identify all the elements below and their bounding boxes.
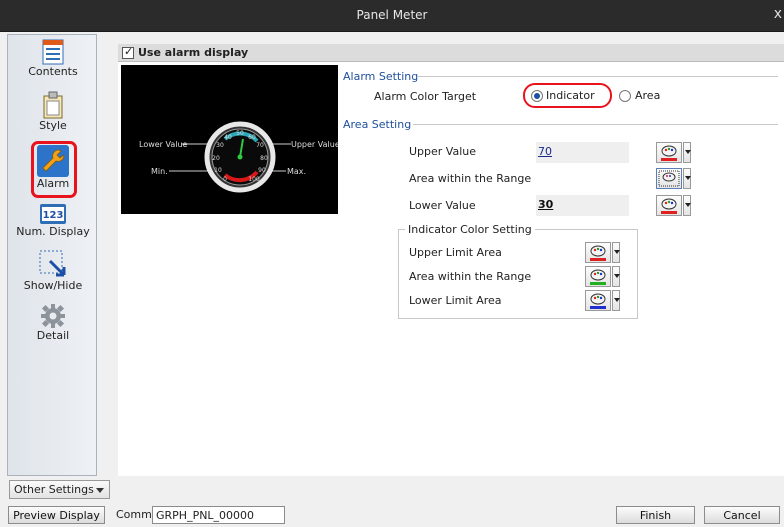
chevron-down-icon [96, 488, 104, 493]
area-radio-label: Area [635, 89, 661, 102]
preview-display-button[interactable]: Preview Display [8, 506, 105, 524]
title-bar: Panel Meter x [0, 0, 784, 32]
num-display-icon: 123 [40, 204, 66, 224]
upper-value-text: 70 [538, 145, 552, 158]
area-within-range-color-button[interactable] [656, 168, 692, 189]
contents-icon [42, 39, 64, 65]
tick-40: 40 [224, 134, 232, 141]
palette-icon [590, 293, 606, 309]
palette-icon [590, 269, 606, 285]
upper-value-input[interactable]: 70 [536, 142, 629, 163]
lower-value-input[interactable]: 30 [536, 195, 629, 216]
palette-icon [661, 145, 677, 161]
lower-value-label: Lower Value [139, 140, 188, 149]
gauge-graphic: 0 10 20 30 40 50 60 70 80 90 100 Lower V… [139, 121, 340, 193]
tick-90: 90 [258, 167, 266, 174]
chevron-down-icon [612, 242, 620, 263]
status-bar: Preview Display Comm GRPH_PNL_00000 Fini… [0, 502, 784, 527]
range-area-label: Area within the Range [409, 270, 532, 283]
sidebar-item-num-display[interactable]: 123 Num. Display [8, 203, 98, 238]
range-area-color-button[interactable] [585, 266, 621, 287]
comm-label: Comm [116, 508, 152, 521]
sidebar-item-style[interactable]: Style [8, 91, 98, 132]
upper-limit-area-color-button[interactable] [585, 242, 621, 263]
lower-value-row-label: Lower Value [409, 199, 476, 212]
lower-limit-area-label: Lower Limit Area [409, 294, 502, 307]
chevron-down-icon [683, 168, 691, 189]
tick-30: 30 [216, 142, 224, 149]
indicator-radio-label: Indicator [546, 89, 595, 102]
indicator-radio[interactable] [531, 90, 543, 102]
sidebar: Contents Style Alarm 123 Num. Display Sh… [7, 34, 97, 476]
use-alarm-display-checkbox[interactable] [122, 45, 134, 59]
chevron-down-icon [612, 266, 620, 287]
main-panel: Use alarm display 0 10 20 30 40 50 60 70 [118, 44, 784, 476]
upper-limit-area-label: Upper Limit Area [409, 246, 502, 259]
area-setting-heading: Area Setting [343, 118, 412, 131]
area-within-range-row-label: Area within the Range [409, 172, 532, 185]
tick-10: 10 [214, 167, 222, 174]
sidebar-item-label: Show/Hide [23, 279, 83, 292]
upper-value-label: Upper Value [291, 140, 338, 149]
lower-value-color-button[interactable] [656, 195, 692, 216]
other-settings-label: Other Settings [14, 483, 94, 496]
alarm-setting-heading: Alarm Setting [343, 70, 419, 83]
upper-value-color-button[interactable] [656, 142, 692, 163]
show-hide-icon [39, 250, 66, 277]
tick-50: 50 [236, 130, 244, 137]
gauge-preview: 0 10 20 30 40 50 60 70 80 90 100 Lower V… [121, 65, 340, 214]
sidebar-item-contents[interactable]: Contents [8, 39, 98, 78]
sidebar-item-detail[interactable]: Detail [8, 303, 98, 342]
palette-icon [658, 170, 680, 187]
chevron-down-icon [683, 195, 691, 216]
tick-0: 0 [223, 176, 227, 183]
indicator-color-setting-title: Indicator Color Setting [405, 223, 535, 236]
use-alarm-display-label: Use alarm display [138, 46, 249, 59]
palette-icon [590, 245, 606, 261]
sidebar-item-label: Num. Display [16, 225, 90, 238]
alarm-setting-divider [418, 76, 778, 77]
tick-100: 100 [248, 176, 260, 183]
tick-70: 70 [256, 142, 264, 149]
cancel-button[interactable]: Cancel [704, 506, 780, 524]
sidebar-item-label: Style [39, 119, 67, 132]
finish-button[interactable]: Finish [616, 506, 695, 524]
comm-field: GRPH_PNL_00000 [152, 506, 285, 524]
num-display-icon-text: 123 [43, 210, 64, 221]
tick-80: 80 [260, 155, 268, 162]
other-settings-dropdown[interactable]: Other Settings [9, 480, 110, 499]
alarm-color-target-label: Alarm Color Target [374, 90, 477, 103]
window-title: Panel Meter [356, 8, 428, 22]
close-icon[interactable]: x [774, 6, 782, 22]
use-alarm-display-bar: Use alarm display [118, 44, 784, 62]
lower-limit-area-color-button[interactable] [585, 290, 621, 311]
chevron-down-icon [683, 142, 691, 163]
sidebar-item-label: Contents [28, 65, 78, 78]
tick-20: 20 [212, 155, 220, 162]
min-label: Min. [151, 167, 168, 176]
sidebar-item-label: Detail [36, 329, 70, 342]
style-icon [43, 91, 63, 119]
upper-value-row-label: Upper Value [409, 145, 477, 158]
max-label: Max. [287, 167, 306, 176]
lower-value-text: 30 [538, 198, 554, 211]
chevron-down-icon [612, 290, 620, 311]
area-setting-divider [413, 124, 778, 125]
tick-60: 60 [248, 134, 256, 141]
selected-highlight [31, 141, 77, 198]
gear-icon [41, 304, 65, 328]
sidebar-item-show-hide[interactable]: Show/Hide [8, 249, 98, 292]
area-radio[interactable] [619, 90, 631, 102]
palette-icon [661, 198, 677, 214]
